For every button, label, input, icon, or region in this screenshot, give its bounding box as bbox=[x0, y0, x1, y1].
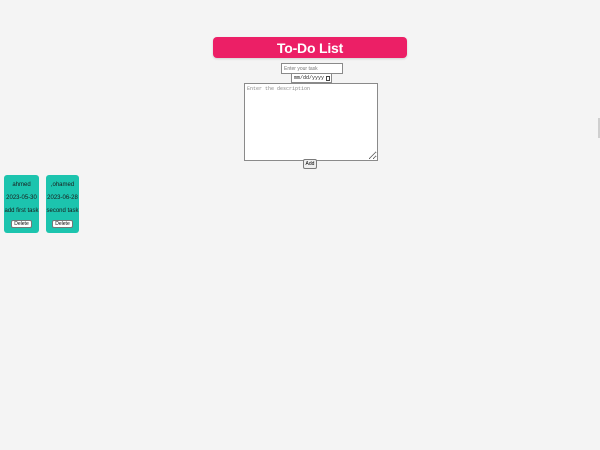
task-card: ahmed 2023-05-30 add first task Delete bbox=[4, 175, 39, 233]
date-input[interactable]: mm/dd/yyyy bbox=[291, 73, 332, 83]
task-name: ahmed bbox=[12, 182, 31, 188]
delete-button[interactable]: Delete bbox=[52, 220, 73, 228]
task-date: 2023-06-28 bbox=[47, 195, 78, 201]
task-description: second task bbox=[46, 208, 79, 214]
description-textarea[interactable] bbox=[244, 83, 378, 161]
add-button[interactable]: Add bbox=[303, 159, 317, 169]
delete-button[interactable]: Delete bbox=[11, 220, 32, 228]
date-placeholder: mm/dd/yyyy bbox=[294, 75, 325, 81]
task-date: 2023-05-30 bbox=[6, 195, 37, 201]
app-header: To-Do List bbox=[213, 37, 407, 58]
page-title: To-Do List bbox=[276, 39, 344, 56]
task-card: ,ohamed 2023-06-28 second task Delete bbox=[46, 175, 79, 233]
task-description: add first task bbox=[4, 208, 39, 214]
task-name: ,ohamed bbox=[50, 182, 75, 188]
calendar-icon[interactable] bbox=[326, 75, 330, 81]
